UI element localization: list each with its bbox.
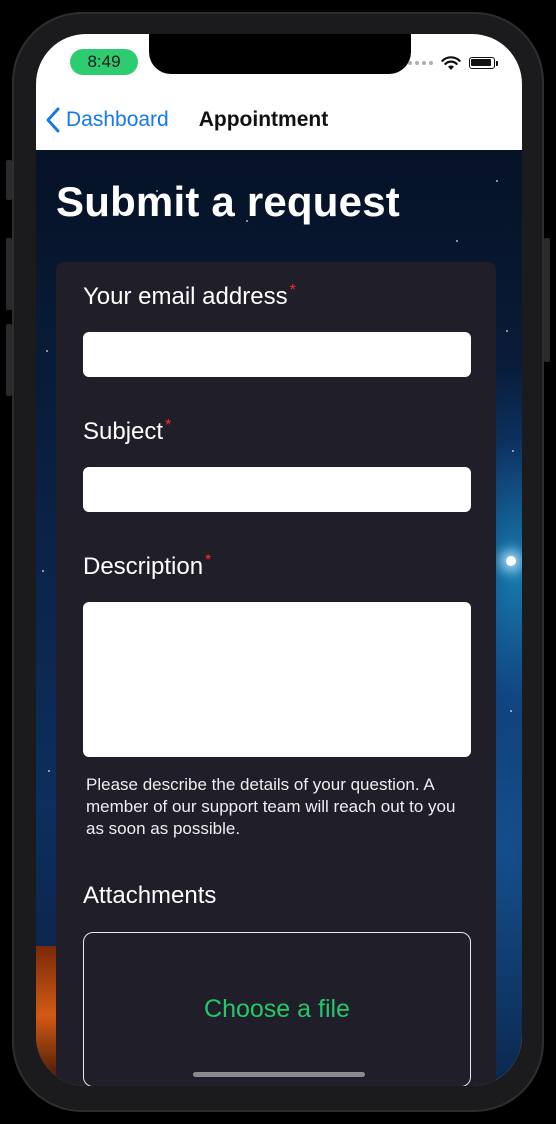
navigation-bar: Dashboard Appointment: [36, 90, 522, 150]
email-label: Your email address *: [83, 282, 296, 310]
volume-down-button: [6, 324, 12, 396]
required-marker: *: [165, 417, 172, 434]
description-label: Description *: [83, 552, 212, 580]
volume-up-button: [6, 238, 12, 310]
power-button: [544, 238, 550, 362]
required-marker: *: [205, 552, 212, 569]
subject-input[interactable]: [83, 467, 471, 512]
mute-switch: [6, 160, 12, 200]
content-area[interactable]: Submit a request Your email address * Sub…: [36, 150, 522, 1086]
back-button[interactable]: Dashboard: [46, 107, 169, 133]
request-form: Your email address * Subject * Description…: [56, 262, 496, 1086]
page-title: Submit a request: [56, 178, 400, 225]
nav-title: Appointment: [198, 108, 329, 131]
background-landscape: [36, 946, 56, 1086]
status-time: 8:49: [70, 49, 138, 75]
notch: [149, 34, 411, 74]
battery-icon: [469, 57, 498, 69]
attachment-dropzone[interactable]: Choose a file: [83, 932, 471, 1086]
chevron-left-icon: [46, 107, 60, 133]
background-glow: [506, 556, 516, 566]
email-input[interactable]: [83, 332, 471, 377]
required-marker: *: [289, 282, 296, 299]
attachments-label: Attachments: [83, 882, 217, 909]
subject-label: Subject *: [83, 417, 172, 445]
back-button-label: Dashboard: [66, 108, 169, 131]
choose-file-button[interactable]: Choose a file: [204, 995, 350, 1024]
description-textarea[interactable]: [83, 602, 471, 757]
status-icons: [408, 53, 498, 73]
home-indicator[interactable]: [193, 1072, 365, 1077]
phone-screen: 8:49 Dashboard Appointment Submit a requ…: [36, 34, 522, 1086]
cellular-signal-icon: [408, 61, 433, 65]
wifi-icon: [441, 55, 461, 70]
description-help-text: Please describe the details of your ques…: [86, 775, 456, 838]
